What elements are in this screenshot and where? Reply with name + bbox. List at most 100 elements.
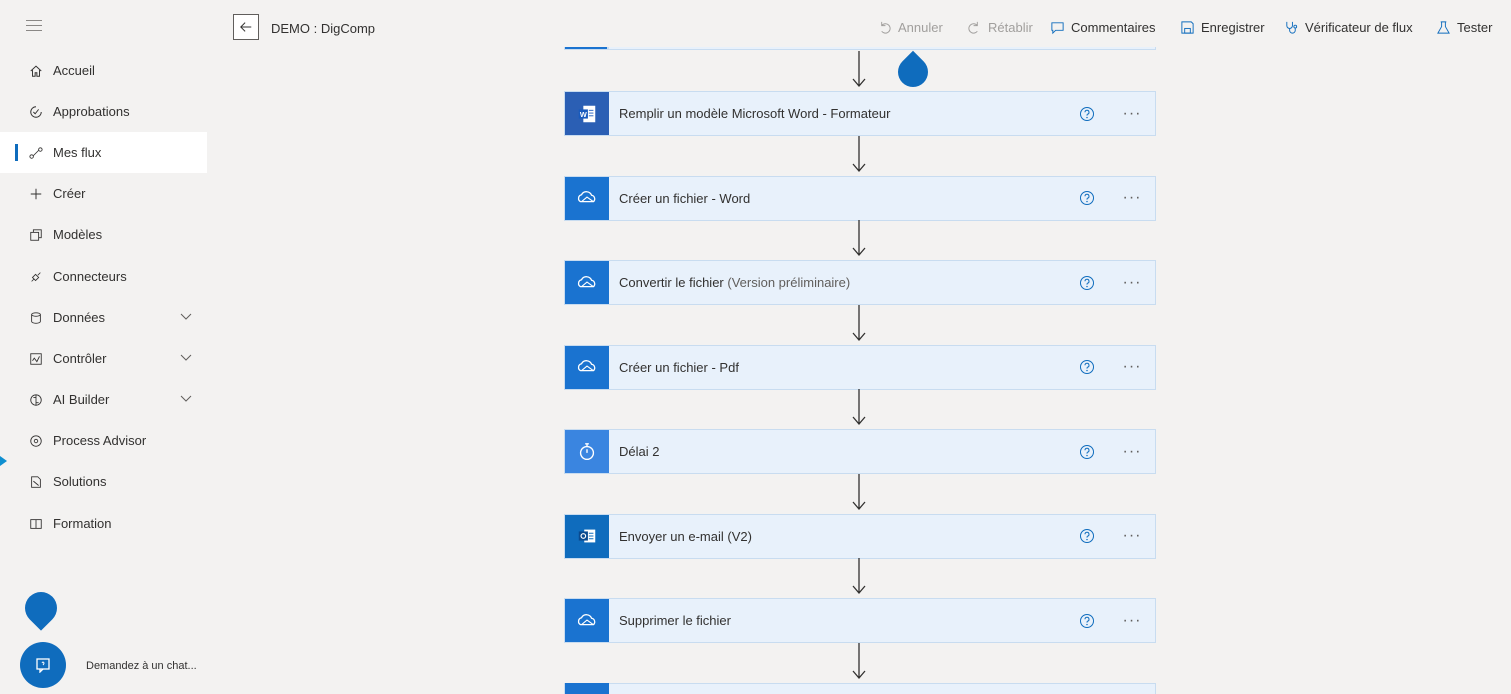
- more-options-button[interactable]: ···: [1117, 189, 1147, 207]
- step-title-text: Créer un fichier - Pdf: [619, 359, 739, 375]
- sidebar-item-controler[interactable]: Contrôler: [0, 338, 207, 379]
- flow-step-card[interactable]: W Remplir un modèle Microsoft Word - Form…: [564, 91, 1156, 136]
- sidebar-item-label: Accueil: [53, 63, 95, 78]
- sidebar-item-approbations[interactable]: Approbations: [0, 91, 207, 132]
- comments-button[interactable]: Commentaires: [1050, 20, 1156, 35]
- chat-button[interactable]: [20, 642, 66, 688]
- step-title: Créer un fichier - Word: [619, 191, 1079, 206]
- comments-label: Commentaires: [1071, 20, 1156, 35]
- step-title-text: Remplir un modèle Microsoft Word - Forma…: [619, 106, 891, 121]
- connector-arrow-icon: [852, 51, 866, 87]
- back-button[interactable]: [233, 14, 259, 40]
- sidebar-item-label: Données: [53, 310, 106, 325]
- test-button[interactable]: Tester: [1436, 20, 1492, 35]
- sidebar-item-process-advisor[interactable]: Process Advisor: [0, 420, 207, 461]
- sidebar-item-accueil[interactable]: Accueil: [0, 50, 207, 91]
- connectors-icon: [27, 268, 45, 286]
- help-icon[interactable]: [1079, 190, 1095, 206]
- flow-step-card[interactable]: [564, 47, 608, 50]
- more-options-button[interactable]: ···: [1117, 443, 1147, 461]
- data-icon: [27, 309, 45, 327]
- connector-arrow-icon: [852, 389, 866, 425]
- sidebar-item-solutions[interactable]: Solutions: [0, 461, 207, 502]
- flow-checker-label: Vérificateur de flux: [1305, 20, 1413, 35]
- sidebar-item-donnees[interactable]: Données: [0, 297, 207, 338]
- flow-step-card[interactable]: Envoyer un e-mail (V2) ···: [564, 513, 1156, 559]
- comment-icon: [1051, 22, 1064, 35]
- onedrive-icon: [565, 261, 609, 304]
- help-icon[interactable]: [1079, 444, 1095, 460]
- hamburger-menu-icon[interactable]: [26, 20, 42, 34]
- flow-step-card[interactable]: [608, 47, 1156, 50]
- step-title: Supprimer le fichier: [619, 613, 1079, 628]
- help-icon[interactable]: [1079, 275, 1095, 291]
- step-title-text: Convertir le fichier: [619, 275, 724, 290]
- flow-step-card[interactable]: Délai 2 ···: [564, 429, 1156, 474]
- help-icon[interactable]: [1079, 528, 1095, 544]
- onedrive-icon: [565, 345, 609, 389]
- sidebar-item-label: Contrôler: [53, 351, 107, 366]
- sidebar-item-label: Mes flux: [53, 145, 102, 160]
- help-icon[interactable]: [1079, 359, 1095, 375]
- outlook-icon: [565, 514, 609, 558]
- flow-designer-canvas: W Remplir un modèle Microsoft Word - Form…: [207, 47, 1511, 694]
- flow-step-card[interactable]: [564, 682, 1156, 694]
- more-options-button[interactable]: ···: [1117, 527, 1147, 545]
- more-options-button[interactable]: ···: [1117, 612, 1147, 630]
- sidebar-item-label: Connecteurs: [53, 269, 127, 284]
- flow-step-card[interactable]: Convertir le fichier (Version préliminai…: [564, 260, 1156, 305]
- connector-arrow-icon: [852, 473, 866, 510]
- templates-icon: [27, 226, 45, 244]
- sidebar-item-creer[interactable]: Créer: [0, 173, 207, 214]
- sidebar-item-label: Approbations: [53, 104, 130, 119]
- timer-icon: [565, 430, 609, 473]
- sidebar-item-connecteurs[interactable]: Connecteurs: [0, 256, 207, 297]
- plus-icon: [27, 185, 45, 203]
- more-options-button[interactable]: ···: [1117, 105, 1147, 123]
- chevron-down-icon[interactable]: [179, 391, 193, 405]
- step-title-text: Délai 2: [619, 444, 660, 459]
- sidebar-item-formation[interactable]: Formation: [0, 503, 207, 544]
- chevron-down-icon[interactable]: [179, 309, 193, 323]
- sidebar-item-label: Créer: [53, 186, 86, 201]
- flow-checker-button[interactable]: Vérificateur de flux: [1284, 20, 1413, 35]
- location-pin-icon: [18, 585, 64, 631]
- more-options-button[interactable]: ···: [1117, 358, 1147, 376]
- flow-step-card[interactable]: Supprimer le fichier ···: [564, 598, 1156, 643]
- solutions-icon: [27, 473, 45, 491]
- help-icon[interactable]: [1079, 613, 1095, 629]
- step-title: Envoyer un e-mail (V2): [619, 529, 1079, 544]
- chevron-down-icon[interactable]: [179, 350, 193, 364]
- home-icon: [27, 62, 45, 80]
- process-advisor-icon: [27, 432, 45, 450]
- flow-title: DEMO : DigComp: [271, 21, 376, 36]
- flow-step-card[interactable]: Créer un fichier - Word ···: [564, 175, 1156, 221]
- arrow-left-icon: [240, 22, 252, 32]
- more-options-button[interactable]: ···: [1117, 274, 1147, 292]
- step-title-text: Supprimer le fichier: [619, 613, 731, 628]
- stethoscope-icon: [1286, 21, 1298, 34]
- flow-step-card[interactable]: Créer un fichier - Pdf ···: [564, 344, 1156, 390]
- flask-icon: [1437, 21, 1450, 34]
- step-title-text: Envoyer un e-mail (V2): [619, 528, 752, 544]
- save-button[interactable]: Enregistrer: [1180, 20, 1265, 35]
- sidebar-item-modeles[interactable]: Modèles: [0, 214, 207, 255]
- undo-icon: [881, 21, 891, 34]
- save-icon: [1181, 21, 1194, 34]
- step-subtitle: (Version préliminaire): [723, 275, 851, 290]
- redo-button[interactable]: Rétablir: [967, 20, 1033, 35]
- onedrive-icon: [565, 599, 609, 642]
- flows-icon: [27, 144, 45, 162]
- undo-button[interactable]: Annuler: [877, 20, 943, 35]
- help-icon[interactable]: [1079, 106, 1095, 122]
- connector-arrow-icon: [852, 642, 866, 679]
- chat-prompt-label[interactable]: Demandez à un chat...: [86, 660, 197, 672]
- sidebar-item-mes-flux[interactable]: Mes flux: [0, 132, 207, 173]
- save-label: Enregistrer: [1201, 20, 1265, 35]
- step-title: Délai 2: [619, 444, 1079, 459]
- sidebar-item-label: Modèles: [53, 227, 103, 242]
- sidebar-item-ai-builder[interactable]: AI Builder: [0, 379, 207, 420]
- sidebar-item-label: Process Advisor: [53, 433, 147, 448]
- connector-arrow-icon: [852, 135, 866, 172]
- step-title: Créer un fichier - Pdf: [619, 360, 1079, 375]
